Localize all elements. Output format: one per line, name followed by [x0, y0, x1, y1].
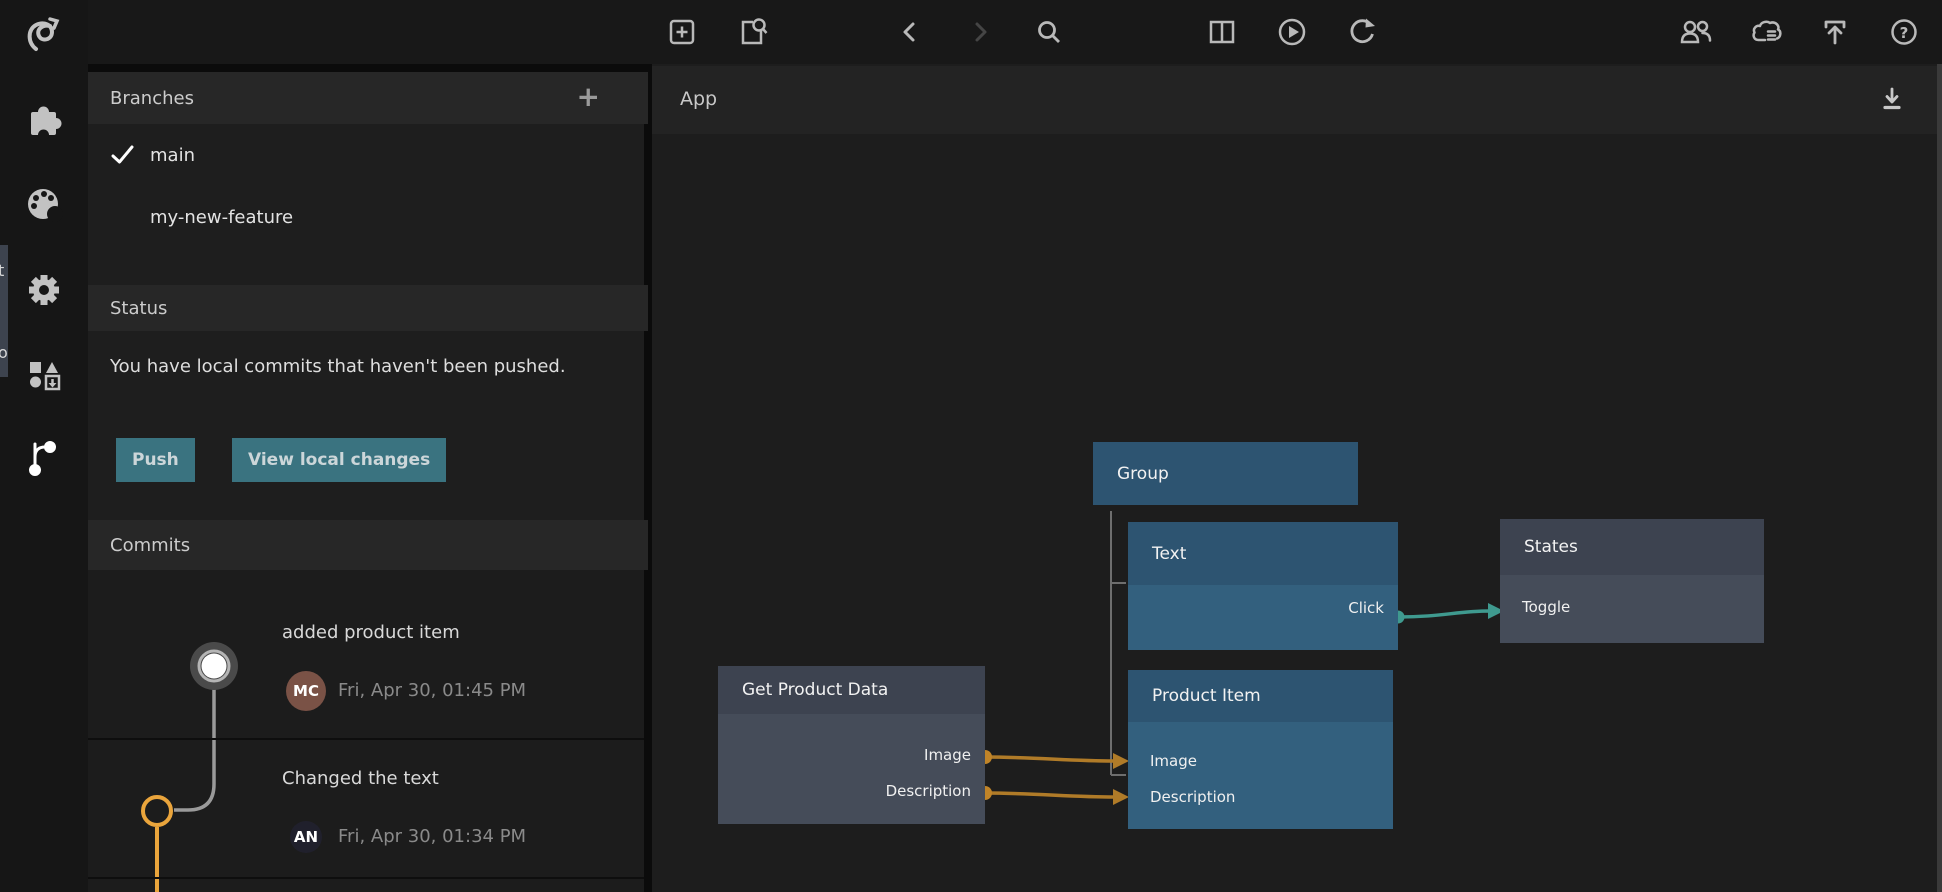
divider	[88, 877, 644, 879]
cloud-sync-icon[interactable]	[1748, 14, 1784, 50]
branch-name: my-new-feature	[150, 207, 293, 228]
canvas-header: App	[652, 66, 1942, 134]
view-local-changes-button[interactable]: View local changes	[232, 438, 446, 482]
add-node-icon[interactable]	[664, 14, 700, 50]
top-toolbar: ?	[88, 0, 1942, 64]
search-icon[interactable]	[1031, 14, 1067, 50]
clipped-text: o	[0, 343, 8, 362]
input-port-description[interactable]: Description	[1150, 787, 1235, 807]
branch-item-my-new-feature[interactable]: my-new-feature	[88, 186, 648, 248]
marketplace-icon[interactable]	[24, 352, 64, 392]
components-icon[interactable]	[24, 100, 64, 140]
navigate-forward-icon[interactable]	[962, 14, 998, 50]
divider	[88, 738, 644, 740]
scrollbar[interactable]	[1937, 64, 1942, 892]
clipped-text: t	[0, 261, 4, 280]
component-search-icon[interactable]	[734, 14, 770, 50]
branch-item-main[interactable]: main	[88, 124, 648, 186]
commit-message: added product item	[282, 622, 460, 643]
node-get-product-data[interactable]: Get Product Data Image Description	[718, 666, 985, 824]
settings-gear-icon[interactable]	[24, 269, 64, 309]
branches-title: Branches	[110, 88, 194, 109]
refresh-icon[interactable]	[1344, 14, 1380, 50]
commit-marker-local[interactable]	[143, 797, 171, 825]
commits-title: Commits	[110, 535, 190, 556]
publish-icon[interactable]	[1817, 14, 1853, 50]
commits-section-header: Commits	[88, 520, 648, 570]
node-title: States	[1500, 519, 1764, 575]
navigate-back-icon[interactable]	[892, 14, 928, 50]
split-view-icon[interactable]	[1204, 14, 1240, 50]
node-title: Product Item	[1128, 670, 1393, 722]
version-control-icon[interactable]	[24, 436, 64, 476]
add-branch-button[interactable]: +	[577, 80, 600, 113]
activity-bar	[0, 0, 88, 892]
clipped-panel-fragment: t o	[0, 245, 8, 377]
node-canvas[interactable]: App Group Text Click	[652, 64, 1942, 892]
author-avatar: AN	[290, 821, 322, 853]
output-port-click[interactable]: Click	[1154, 598, 1384, 618]
branch-name: main	[150, 145, 195, 166]
check-icon	[110, 143, 136, 167]
help-icon[interactable]: ?	[1886, 14, 1922, 50]
run-preview-icon[interactable]	[1274, 14, 1310, 50]
push-button[interactable]: Push	[116, 438, 195, 482]
collaborators-icon[interactable]	[1678, 14, 1714, 50]
node-text[interactable]: Text Click	[1128, 522, 1398, 650]
node-title: Text	[1128, 522, 1398, 585]
output-port-image[interactable]: Image	[731, 745, 971, 765]
commit-message: Changed the text	[282, 768, 439, 789]
input-port-image[interactable]: Image	[1150, 751, 1197, 771]
status-message: You have local commits that haven't been…	[110, 353, 610, 381]
node-title: Get Product Data	[718, 666, 985, 714]
node-product-item[interactable]: Product Item Image Description	[1128, 670, 1393, 829]
styles-palette-icon[interactable]	[24, 183, 64, 223]
node-states[interactable]: States Toggle	[1500, 519, 1764, 643]
canvas-title: App	[680, 88, 717, 110]
commit-timestamp: Fri, Apr 30, 01:45 PM	[338, 680, 526, 701]
status-section-header: Status	[88, 285, 648, 331]
node-title: Group	[1093, 442, 1358, 505]
branches-section-header: Branches	[88, 72, 648, 124]
version-control-panel: Branches + main my-new-feature Status Yo…	[88, 72, 648, 892]
noodl-logo-icon[interactable]	[24, 13, 64, 53]
download-icon[interactable]	[1874, 82, 1910, 118]
input-port-toggle[interactable]: Toggle	[1522, 597, 1570, 617]
commit-list: added product item MC Fri, Apr 30, 01:45…	[88, 570, 644, 892]
node-group[interactable]: Group	[1093, 442, 1358, 505]
author-avatar: MC	[286, 671, 326, 711]
help-glyph: ?	[1900, 24, 1909, 42]
output-port-description[interactable]: Description	[731, 781, 971, 801]
commit-timestamp: Fri, Apr 30, 01:34 PM	[338, 826, 526, 847]
status-title: Status	[110, 298, 167, 319]
